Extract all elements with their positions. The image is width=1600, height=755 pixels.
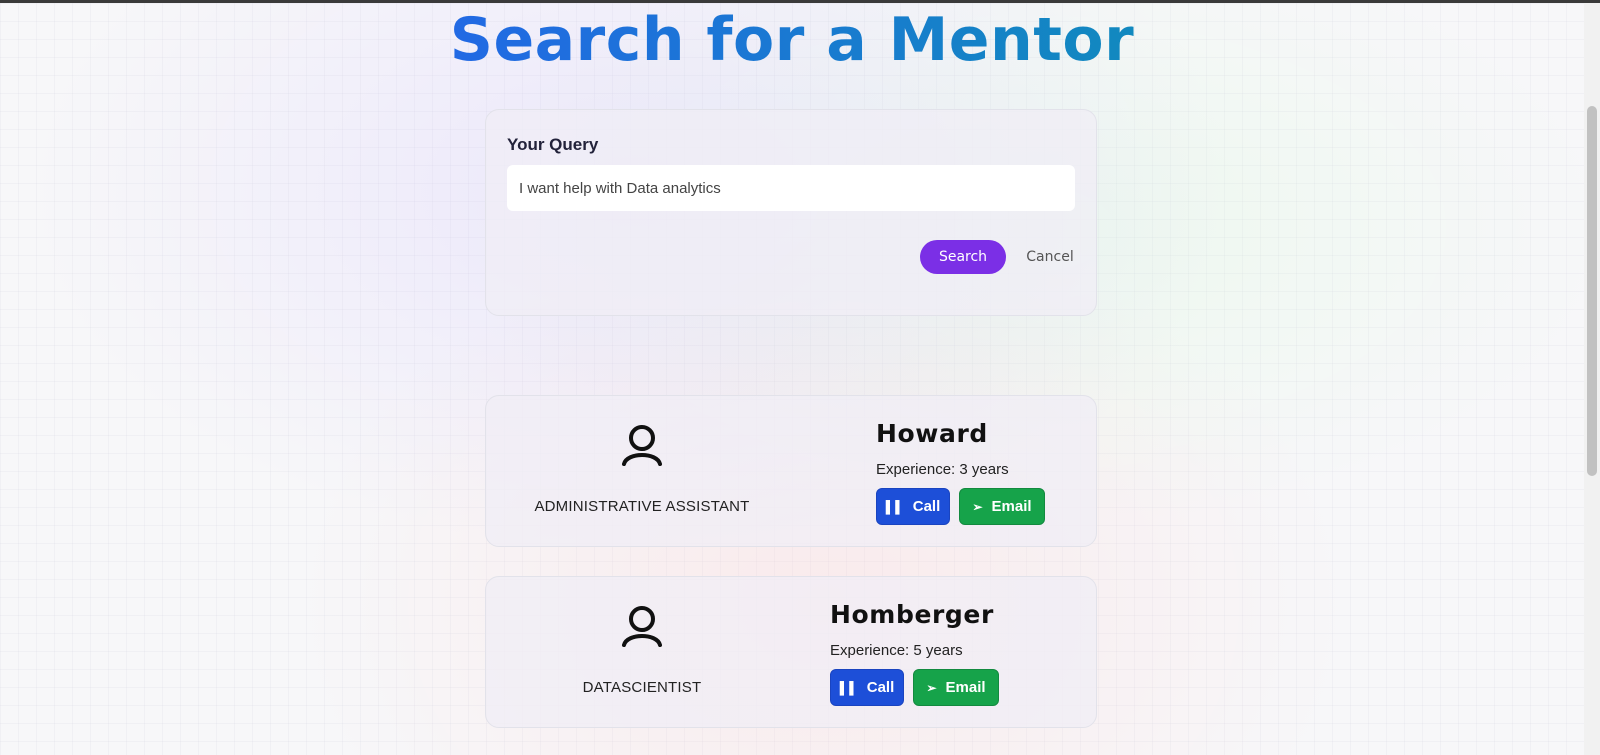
mentor-name: Homberger	[830, 600, 994, 629]
mentor-card: DATASCIENTIST Homberger Experience: 5 ye…	[485, 576, 1097, 728]
call-button-label: Call	[866, 679, 895, 696]
call-button[interactable]: ▌▌ Call	[876, 488, 950, 525]
email-button-label: Email	[991, 498, 1032, 515]
call-button[interactable]: ▌▌ Call	[830, 669, 904, 706]
query-label: Your Query	[507, 135, 599, 154]
query-panel: Your Query Search Cancel	[485, 109, 1097, 316]
mentor-actions: ▌▌ Call ➢ Email	[830, 669, 999, 706]
mentor-card: ADMINISTRATIVE ASSISTANT Howard Experien…	[485, 395, 1097, 547]
query-input[interactable]	[507, 165, 1075, 211]
email-button[interactable]: ➢ Email	[959, 488, 1045, 525]
call-button-label: Call	[912, 498, 941, 515]
phone-icon: ▌▌	[885, 499, 905, 514]
phone-icon: ▌▌	[839, 680, 859, 695]
send-icon: ➢	[972, 499, 984, 514]
cancel-button[interactable]: Cancel	[1018, 240, 1082, 274]
email-button-label: Email	[945, 679, 986, 696]
email-button[interactable]: ➢ Email	[913, 669, 999, 706]
mentor-info: Howard Experience: 3 years ▌▌ Call ➢ Ema…	[876, 418, 1045, 525]
send-icon: ➢	[926, 680, 938, 695]
mentor-name: Howard	[876, 419, 988, 448]
mentor-info: Homberger Experience: 5 years ▌▌ Call ➢ …	[830, 599, 999, 706]
mentor-experience: Experience: 3 years	[876, 461, 1009, 478]
user-avatar-icon	[622, 606, 662, 647]
mentor-role: DATASCIENTIST	[582, 679, 702, 696]
user-avatar-icon	[622, 425, 662, 466]
search-button[interactable]: Search	[920, 240, 1006, 274]
mentor-actions: ▌▌ Call ➢ Email	[876, 488, 1045, 525]
mentor-experience: Experience: 5 years	[830, 642, 963, 659]
page-title: Search for a Mentor	[0, 3, 1584, 77]
scrollbar-thumb[interactable]	[1587, 106, 1597, 476]
mentor-role: ADMINISTRATIVE ASSISTANT	[534, 498, 750, 515]
page-scrollbar[interactable]	[1584, 3, 1600, 755]
